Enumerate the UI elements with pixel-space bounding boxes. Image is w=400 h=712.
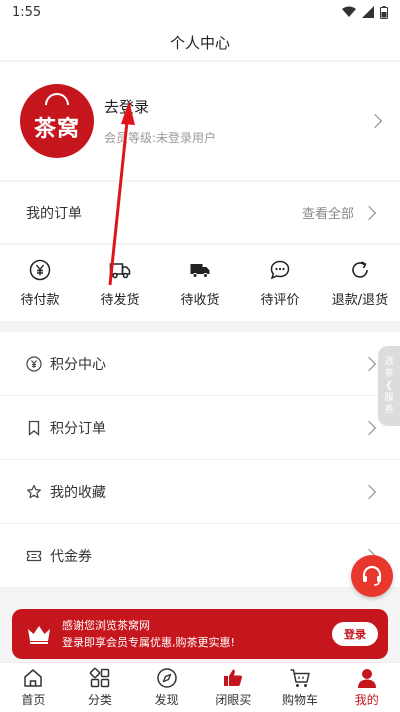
status-label: 待发货 — [100, 292, 140, 308]
profile-text: 去登录 会员等级:未登录用户 — [104, 96, 370, 146]
crown-icon — [28, 626, 50, 644]
battery-icon — [380, 5, 388, 19]
view-all-link[interactable]: 查看全部 — [302, 203, 354, 222]
order-status-pending-payment[interactable]: 待付款 — [0, 245, 80, 321]
headset-icon — [362, 565, 382, 586]
menu-list: 积分中心 积分订单 我的收藏 代金券 — [0, 332, 400, 588]
login-link[interactable]: 去登录 — [104, 96, 370, 117]
banner-login-button[interactable]: 登录 — [332, 622, 378, 646]
login-promo-banner: 感谢您浏览茶窝网 登录即享会员专属优惠,购茶更实惠! 登录 — [12, 609, 388, 659]
banner-line: 感谢您浏览茶窝网 — [62, 619, 150, 632]
side-tab-char: 服 — [384, 393, 394, 403]
status-icons — [342, 5, 388, 19]
status-label: 待收货 — [180, 292, 220, 308]
tea-selection-service-tab[interactable]: 选 茶 ❮ 服 务 — [378, 346, 400, 426]
user-icon — [357, 669, 376, 688]
home-icon — [24, 669, 43, 687]
status-time: 1:55 — [12, 4, 42, 20]
tab-category[interactable]: 分类 — [67, 663, 134, 712]
wifi-icon — [342, 6, 356, 17]
tab-label: 我的 — [354, 693, 379, 707]
refresh-icon — [352, 260, 368, 278]
order-status-bar: 待付款 待发货 待收货 待评价 退款/退货 — [0, 245, 400, 321]
customer-service-button[interactable] — [351, 555, 393, 597]
order-status-pending-shipment[interactable]: 待发货 — [80, 245, 160, 321]
truck-filled-icon — [190, 263, 210, 278]
tab-label: 闭眼买 — [215, 693, 252, 707]
chevron-right-icon — [361, 484, 377, 499]
bag-handle-icon — [45, 93, 69, 105]
truck-outline-icon — [109, 262, 131, 278]
status-label: 退款/退货 — [331, 292, 389, 308]
menu-item-label: 积分中心 — [50, 356, 106, 373]
logo-text: 茶窝 — [33, 116, 80, 142]
side-tab-char: 选 — [384, 357, 394, 367]
tab-cart[interactable]: 购物车 — [267, 663, 334, 712]
menu-item-coupons[interactable]: 代金券 — [0, 524, 400, 588]
brand-logo: 茶窝 — [20, 84, 94, 158]
menu-item-points-center[interactable]: 积分中心 — [0, 332, 400, 396]
star-icon — [27, 484, 41, 498]
profile-card[interactable]: 茶窝 去登录 会员等级:未登录用户 — [0, 62, 400, 180]
banner-line: 登录即享会员专属优惠,购茶更实惠! — [62, 636, 235, 649]
menu-item-points-orders[interactable]: 积分订单 — [0, 396, 400, 460]
chevron-left-icon: ❮ — [385, 381, 393, 391]
bookmark-icon — [28, 420, 40, 436]
chat-bubble-icon — [270, 260, 290, 279]
tab-blind-buy[interactable]: 闭眼买 — [200, 663, 267, 712]
chevron-right-icon — [367, 113, 383, 129]
side-tab-char: 茶 — [384, 369, 394, 379]
status-label: 待评价 — [260, 292, 300, 308]
cart-icon — [290, 669, 310, 687]
order-status-pending-review[interactable]: 待评价 — [240, 245, 320, 321]
yen-circle-icon — [29, 259, 51, 280]
order-status-pending-receipt[interactable]: 待收货 — [160, 245, 240, 321]
member-level: 会员等级:未登录用户 — [104, 131, 217, 145]
page-title: 个人中心 — [169, 33, 230, 52]
signal-icon — [362, 6, 374, 18]
banner-text: 感谢您浏览茶窝网 登录即享会员专属优惠,购茶更实惠! — [62, 617, 332, 651]
compass-icon — [156, 668, 177, 688]
points-icon — [26, 355, 42, 372]
my-orders-row[interactable]: 我的订单 查看全部 — [0, 182, 400, 244]
title-bar: 个人中心 — [0, 24, 400, 60]
tab-label: 首页 — [21, 693, 46, 707]
bottom-tab-bar: 首页 分类 发现 闭眼买 购物车 我的 — [0, 662, 400, 712]
status-bar: 1:55 — [0, 0, 400, 24]
menu-item-label: 代金券 — [50, 548, 92, 565]
side-tab-char: 务 — [384, 405, 394, 415]
status-label: 待付款 — [20, 292, 60, 308]
tab-label: 分类 — [88, 693, 113, 707]
chevron-right-icon — [361, 420, 377, 435]
category-icon — [89, 667, 110, 688]
tab-label: 购物车 — [282, 693, 319, 707]
tab-label: 发现 — [154, 693, 179, 707]
coupon-icon — [26, 550, 42, 561]
chevron-right-icon — [361, 205, 377, 220]
menu-item-label: 我的收藏 — [50, 484, 106, 501]
menu-item-label: 积分订单 — [50, 420, 106, 437]
tab-mine[interactable]: 我的 — [333, 663, 400, 712]
tab-home[interactable]: 首页 — [0, 663, 67, 712]
thumbs-up-icon — [224, 669, 243, 686]
my-orders-title: 我的订单 — [26, 205, 82, 222]
tab-discover[interactable]: 发现 — [133, 663, 200, 712]
menu-item-favorites[interactable]: 我的收藏 — [0, 460, 400, 524]
order-status-refund[interactable]: 退款/退货 — [320, 245, 400, 321]
chevron-right-icon — [361, 356, 377, 371]
